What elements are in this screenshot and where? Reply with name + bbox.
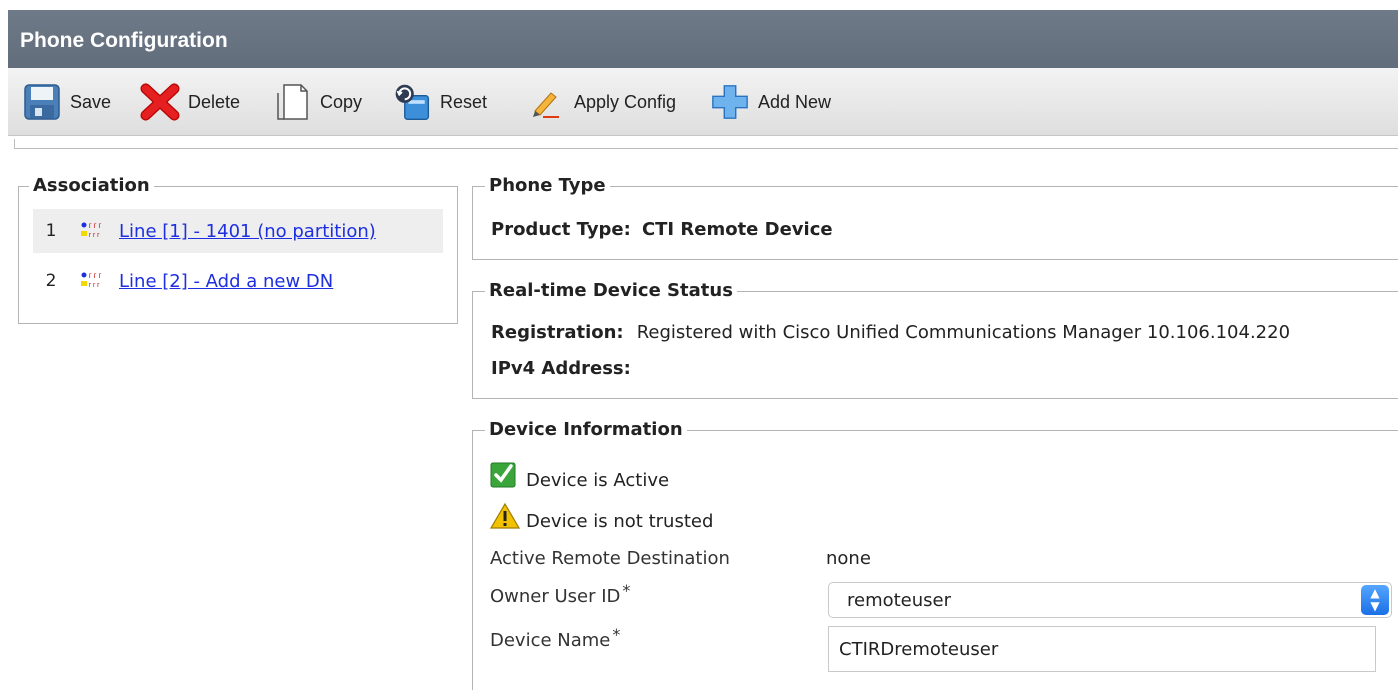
registration-value: Registered with Cisco Unified Communicat… [636, 322, 1291, 343]
reset-label: Reset [440, 91, 488, 112]
remote-destination-value: none [826, 548, 871, 569]
device-status-legend: Real-time Device Status [485, 280, 737, 301]
line-number: 2 [45, 271, 57, 291]
association-legend: Association [29, 175, 154, 196]
apply-config-button[interactable]: Apply Config [526, 80, 676, 124]
delete-button[interactable]: Delete [140, 80, 240, 124]
line-number: 1 [45, 221, 57, 241]
page-title: Phone Configuration [20, 29, 228, 52]
svg-text:ᴦᴦᴦ: ᴦᴦᴦ [88, 281, 101, 289]
device-trust-text: Device is not trusted [526, 510, 714, 532]
association-line-1: 1 ᴦᴦᴦ ᴦᴦᴦ Line [1] - 1401 (no partition) [33, 209, 443, 253]
apply-config-icon [526, 82, 566, 122]
device-active-text: Device is Active [526, 469, 670, 491]
svg-text:ᴦᴦᴦ: ᴦᴦᴦ [88, 271, 102, 280]
device-active-row: Device is Active [490, 460, 669, 492]
chevron-updown-icon: ▲ ▼ [1361, 585, 1389, 615]
copy-button[interactable]: Copy [272, 80, 362, 124]
owner-user-id-label: Owner User ID * [490, 581, 630, 607]
line-icon: ᴦᴦᴦ ᴦᴦᴦ [81, 268, 117, 294]
device-name-label-text: Device Name [490, 630, 611, 651]
association-panel: Association 1 ᴦᴦᴦ ᴦᴦᴦ Line [1] - 1401 (n… [18, 175, 458, 324]
registration-row: Registration: Registered with Cisco Unif… [491, 322, 1290, 343]
ipv4-label: IPv4 Address: [491, 358, 631, 379]
delete-icon [140, 82, 180, 122]
add-new-button[interactable]: Add New [710, 80, 831, 124]
check-icon [490, 460, 518, 492]
device-status-panel: Real-time Device Status Registration: Re… [472, 280, 1398, 399]
line-1-link[interactable]: Line [1] - 1401 (no partition) [119, 221, 376, 242]
required-marker: * [612, 625, 621, 644]
page-header: Phone Configuration [8, 10, 1398, 68]
device-info-legend: Device Information [485, 419, 687, 440]
device-trust-row: Device is not trusted [489, 502, 714, 534]
apply-config-label: Apply Config [574, 91, 677, 112]
toolbar: Save Delete Copy Reset Apply Config Add … [8, 68, 1398, 136]
product-type-value: CTI Remote Device [641, 219, 833, 240]
device-name-input[interactable] [828, 626, 1376, 672]
line-2-link[interactable]: Line [2] - Add a new DN [119, 271, 333, 292]
ipv4-row: IPv4 Address: [491, 358, 631, 379]
svg-text:ᴦᴦᴦ: ᴦᴦᴦ [88, 231, 101, 239]
phone-type-legend: Phone Type [485, 175, 610, 196]
line-icon: ᴦᴦᴦ ᴦᴦᴦ [81, 218, 117, 244]
product-type-row: Product Type: CTI Remote Device [491, 219, 833, 240]
svg-text:ᴦᴦᴦ: ᴦᴦᴦ [88, 221, 102, 230]
warning-icon [489, 502, 521, 534]
save-icon [22, 82, 62, 122]
remote-destination-label: Active Remote Destination [490, 548, 730, 569]
owner-user-id-select[interactable]: remoteuser ▲ ▼ [828, 582, 1392, 618]
delete-label: Delete [188, 91, 241, 112]
owner-user-id-value: remoteuser [847, 590, 952, 611]
association-line-2: 2 ᴦᴦᴦ ᴦᴦᴦ Line [2] - Add a new DN [33, 259, 443, 303]
content-divider [14, 139, 1398, 149]
add-new-icon [710, 82, 750, 122]
device-name-label: Device Name * [490, 625, 620, 651]
required-marker: * [622, 581, 631, 600]
add-new-label: Add New [758, 91, 832, 112]
copy-label: Copy [320, 91, 363, 112]
save-button[interactable]: Save [22, 80, 111, 124]
reset-icon [392, 82, 432, 122]
product-type-label: Product Type: [491, 219, 631, 240]
registration-label: Registration: [491, 322, 624, 343]
owner-label-text: Owner User ID [490, 586, 621, 607]
copy-icon [272, 82, 312, 122]
reset-button[interactable]: Reset [392, 80, 487, 124]
save-label: Save [70, 91, 112, 112]
phone-type-panel: Phone Type Product Type: CTI Remote Devi… [472, 175, 1398, 260]
